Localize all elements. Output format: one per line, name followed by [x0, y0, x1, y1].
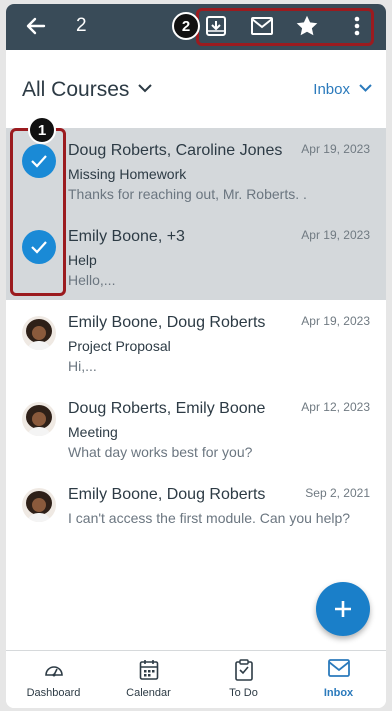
- tab-dashboard[interactable]: Dashboard: [6, 651, 101, 708]
- avatar[interactable]: [22, 316, 56, 350]
- filter-bar: All Courses Inbox: [6, 66, 386, 114]
- tab-label: Calendar: [126, 687, 171, 699]
- chevron-down-icon[interactable]: [138, 84, 152, 93]
- message-row[interactable]: Doug Roberts, Emily Boone Apr 12, 2023 M…: [6, 386, 386, 472]
- message-date: Apr 19, 2023: [301, 142, 370, 156]
- callout-2-box: [196, 8, 374, 46]
- callout-1-badge: 1: [28, 116, 56, 144]
- mailbox-filter[interactable]: Inbox: [313, 81, 350, 98]
- participants: Emily Boone, +3: [68, 228, 185, 245]
- tab-label: To Do: [229, 687, 258, 699]
- participants: Doug Roberts, Emily Boone: [68, 400, 266, 417]
- compose-button[interactable]: [316, 582, 370, 636]
- message-date: Apr 19, 2023: [301, 228, 370, 242]
- callout-2-badge: 2: [172, 12, 200, 40]
- message-row[interactable]: Emily Boone, Doug Roberts Apr 19, 2023 P…: [6, 300, 386, 386]
- participants: Emily Boone, Doug Roberts: [68, 486, 266, 503]
- selected-count: 2: [76, 15, 87, 36]
- message-preview: Hi,...: [68, 358, 97, 374]
- plus-icon: [335, 601, 351, 617]
- avatar[interactable]: [22, 488, 56, 522]
- clipboard-todo-icon: [234, 659, 253, 681]
- tab-inbox[interactable]: Inbox: [291, 651, 386, 708]
- calendar-icon: [139, 660, 158, 680]
- tab-label: Inbox: [323, 687, 354, 699]
- tab-calendar[interactable]: Calendar: [101, 651, 196, 708]
- message-subject: Project Proposal: [68, 338, 171, 354]
- message-date: Apr 12, 2023: [301, 400, 370, 414]
- participants: Doug Roberts, Caroline Jones: [68, 142, 283, 159]
- participants: Emily Boone, Doug Roberts: [68, 314, 266, 331]
- phone-screen: 2 2 All Courses Inbox Doug Roberts, Caro…: [6, 4, 386, 708]
- message-preview: Hello,...: [68, 272, 116, 288]
- message-date: Sep 2, 2021: [305, 486, 370, 500]
- message-subject: Help: [68, 252, 97, 268]
- message-date: Apr 19, 2023: [301, 314, 370, 328]
- message-preview: Thanks for reaching out, Mr. Roberts. ..…: [68, 186, 308, 202]
- chevron-down-icon[interactable]: [359, 84, 372, 92]
- dashboard-gauge-icon: [44, 666, 63, 677]
- bottom-tab-bar: Dashboard Calendar To Do Inbox: [6, 650, 386, 708]
- message-subject: Missing Homework: [68, 166, 187, 182]
- back-arrow-icon[interactable]: [24, 14, 48, 38]
- message-row[interactable]: Emily Boone, Doug Roberts Sep 2, 2021 I …: [6, 472, 386, 558]
- avatar[interactable]: [22, 402, 56, 436]
- message-subject: Meeting: [68, 424, 118, 440]
- callout-1-box: [10, 128, 66, 296]
- tab-label: Dashboard: [26, 687, 81, 699]
- course-filter-title[interactable]: All Courses: [22, 78, 129, 102]
- tab-todo[interactable]: To Do: [196, 651, 291, 708]
- inbox-envelope-icon: [327, 659, 350, 677]
- message-preview: I can't access the first module. Can you…: [68, 510, 351, 526]
- message-preview: What day works best for you?: [68, 444, 253, 460]
